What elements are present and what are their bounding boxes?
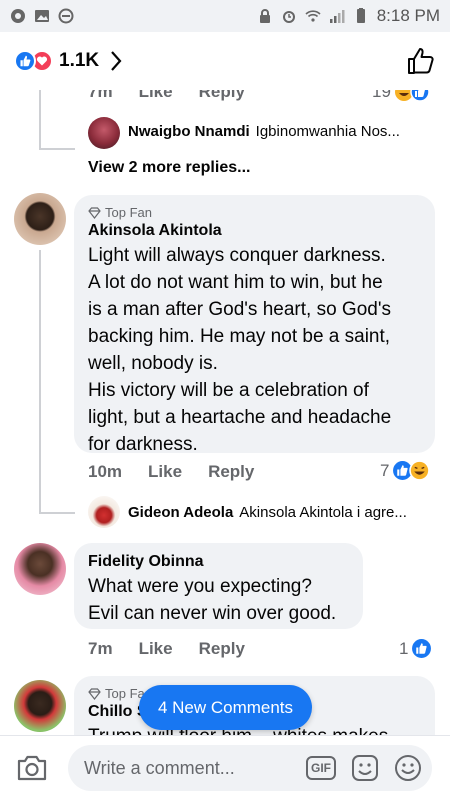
- comment-time: 10m: [88, 462, 123, 481]
- reply-preview[interactable]: Nwaigbo Nnamdi Igbinomwanhia Nos...: [128, 123, 400, 140]
- chrome-icon: [11, 9, 25, 23]
- comment-line: What were you expecting?: [88, 576, 312, 597]
- prev-comment-actions: 7m Like Reply: [88, 90, 271, 102]
- reaction-number: 1: [399, 638, 409, 658]
- diamond-icon: [88, 206, 101, 219]
- wifi-icon: [305, 10, 321, 22]
- avatar[interactable]: [88, 496, 120, 528]
- thread-line: [39, 90, 41, 150]
- reply-author[interactable]: Gideon Adeola: [128, 504, 233, 521]
- reaction-count[interactable]: 1: [399, 638, 432, 659]
- comment-input[interactable]: [84, 757, 284, 779]
- like-outline-icon[interactable]: [406, 46, 436, 76]
- battery-icon: [356, 8, 365, 23]
- comment-line: for darkness.: [88, 434, 198, 455]
- status-bar: 8:18 PM: [0, 0, 450, 32]
- comment-line: A lot do not want him to win, but he: [88, 272, 383, 293]
- comment-time: 7m: [88, 90, 113, 101]
- alarm-icon: [282, 11, 295, 23]
- reply-link[interactable]: Reply: [199, 90, 245, 102]
- badge-label: Top Fa: [105, 686, 145, 701]
- like-link[interactable]: Like: [139, 639, 173, 659]
- avatar[interactable]: [14, 193, 66, 245]
- like-reaction-icon: [14, 50, 36, 72]
- like-reaction-icon: [410, 90, 430, 102]
- comment-text: What were you expecting? Evil can never …: [88, 573, 349, 627]
- like-link[interactable]: Like: [148, 462, 182, 482]
- view-more-replies-link[interactable]: View 2 more replies...: [88, 159, 250, 177]
- sticker-icon[interactable]: [350, 753, 380, 783]
- like-reaction-icon: [412, 639, 432, 658]
- prev-reaction-count: 19: [372, 90, 430, 102]
- status-time: 8:18 PM: [376, 6, 440, 25]
- comment-bubble[interactable]: Fidelity Obinna What were you expecting?…: [74, 543, 363, 629]
- new-comments-button[interactable]: 4 New Comments: [139, 685, 312, 730]
- comment-line: backing him. He may not be a saint,: [88, 326, 391, 347]
- avatar[interactable]: [14, 680, 66, 732]
- reaction-number: 19: [372, 90, 391, 101]
- comment-line: Light will always conquer darkness.: [88, 245, 386, 266]
- image-icon: [35, 10, 49, 22]
- comment-line: is a man after God's heart, so God's: [88, 299, 391, 320]
- avatar[interactable]: [88, 117, 120, 149]
- thread-connector: [39, 512, 75, 514]
- chevron-right-icon[interactable]: [109, 50, 123, 72]
- diamond-icon: [88, 687, 101, 700]
- reaction-count[interactable]: 7: [380, 460, 431, 481]
- reply-preview[interactable]: Gideon Adeola Akinsola Akintola i agre..…: [128, 504, 407, 521]
- reply-link[interactable]: Reply: [199, 639, 245, 659]
- comment-input-wrapper[interactable]: GIF: [68, 745, 432, 791]
- comment-line: light, but a heartache and headache: [88, 407, 392, 428]
- haha-reaction-icon: [409, 460, 431, 481]
- reply-text: Igbinomwanhia Nos...: [255, 123, 400, 140]
- comment-line: His victory will be a celebration of: [88, 380, 369, 401]
- like-link[interactable]: Like: [139, 90, 173, 102]
- comment-time: 7m: [88, 639, 113, 658]
- do-not-disturb-icon: [58, 8, 74, 24]
- comments-list[interactable]: 7m Like Reply 19 Nwaigbo Nnamdi Igbinomw…: [0, 90, 450, 735]
- reply-link[interactable]: Reply: [208, 462, 254, 482]
- thread-connector: [39, 148, 75, 150]
- reaction-count[interactable]: 1.1K: [59, 50, 99, 72]
- thread-line: [39, 250, 41, 514]
- emoji-icon[interactable]: [394, 754, 422, 782]
- comment-bubble[interactable]: Top Fan Akinsola Akintola Light will alw…: [74, 195, 435, 455]
- signal-icon: [329, 10, 345, 23]
- reaction-number: 7: [380, 460, 390, 480]
- comment-actions: 10m Like Reply: [88, 462, 280, 482]
- lock-icon: [259, 9, 270, 23]
- badge-label: Top Fan: [105, 205, 152, 220]
- comment-composer: GIF: [0, 735, 450, 800]
- camera-icon[interactable]: [14, 750, 50, 786]
- comment-author[interactable]: Fidelity Obinna: [88, 553, 349, 571]
- reply-text: Akinsola Akintola i agre...: [239, 504, 407, 521]
- reactions-header: 1.1K: [0, 32, 450, 90]
- avatar[interactable]: [14, 543, 66, 595]
- comment-actions: 7m Like Reply: [88, 639, 271, 659]
- comment-line: well, nobody is.: [88, 353, 218, 374]
- comment-text: Light will always conquer darkness. A lo…: [88, 242, 421, 458]
- reply-author[interactable]: Nwaigbo Nnamdi: [128, 123, 250, 140]
- comment-author[interactable]: Akinsola Akintola: [88, 222, 421, 240]
- reaction-summary[interactable]: [14, 50, 53, 72]
- gif-button[interactable]: GIF: [306, 756, 336, 780]
- comment-line: Evil can never win over good.: [88, 603, 337, 624]
- top-fan-badge: Top Fan: [88, 205, 421, 220]
